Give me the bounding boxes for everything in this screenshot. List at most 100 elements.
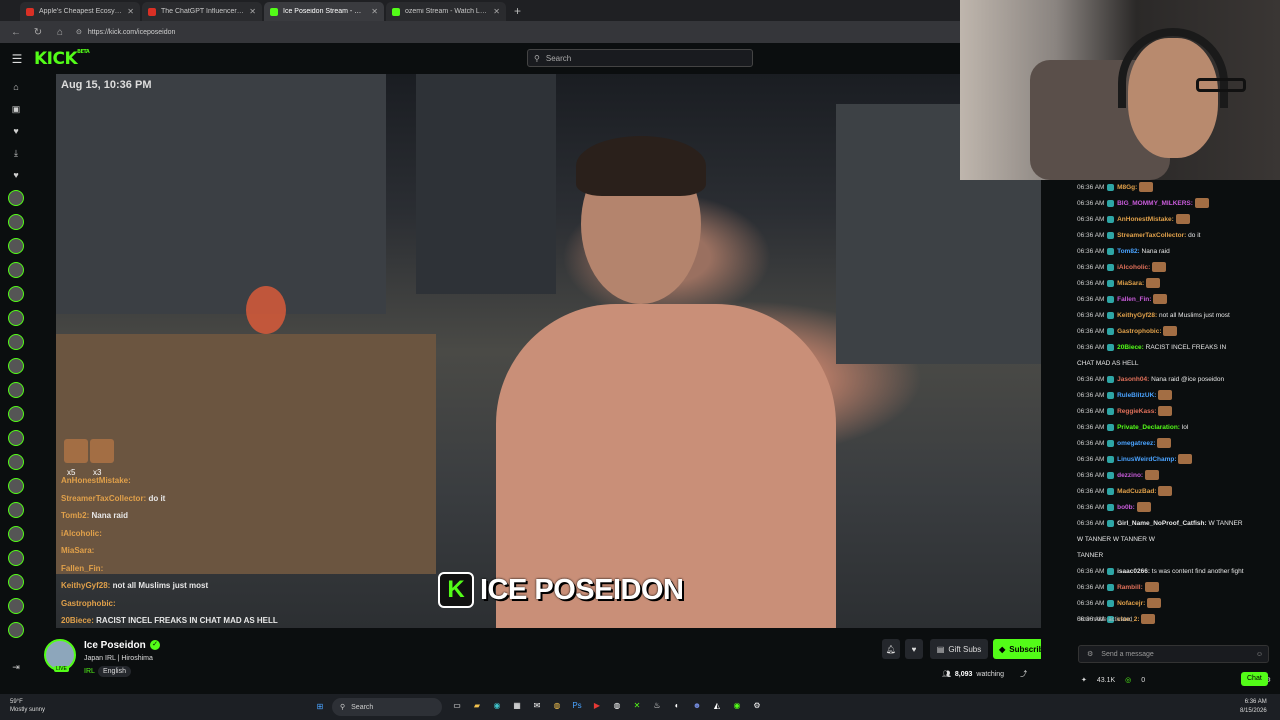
chat-username[interactable]: MadCuzBad: [1117, 488, 1156, 495]
xbox-icon[interactable]: ✕ [630, 699, 644, 713]
browser-tabbar: Apple's Cheapest Ecosystem Beats...✕The … [0, 0, 960, 21]
followed-channel-avatar[interactable] [8, 526, 24, 542]
followed-channel-avatar[interactable] [8, 214, 24, 230]
chat-settings-icon[interactable]: ⚙ [1087, 650, 1093, 658]
edge-icon[interactable]: ◉ [490, 699, 504, 713]
chat-username[interactable]: Jasonh04: [1117, 376, 1149, 383]
chat-username[interactable]: isaac0266: [1117, 568, 1150, 575]
notification-bell-button[interactable]: 🔔︎ [882, 639, 900, 659]
followed-channel-avatar[interactable] [8, 310, 24, 326]
tab-close-icon[interactable]: ✕ [127, 7, 134, 16]
download-nav-icon[interactable]: ⤓ [9, 146, 23, 160]
followed-channel-avatar[interactable] [8, 574, 24, 590]
follow-heart-button[interactable]: ♥ [905, 639, 923, 659]
followed-channel-avatar[interactable] [8, 382, 24, 398]
chat-username[interactable]: iAlcoholic: [1117, 264, 1150, 271]
followed-channel-avatar[interactable] [8, 358, 24, 374]
stream-category[interactable]: IRL [84, 668, 95, 675]
emoji-icon[interactable]: ☺ [1256, 651, 1263, 658]
followed-channel-avatar[interactable] [8, 478, 24, 494]
followed-channel-avatar[interactable] [8, 622, 24, 638]
browser-tab[interactable]: Ice Poseidon Stream - Watch Live on... ✕ [264, 2, 384, 21]
hamburger-menu-icon[interactable]: ☰ [0, 52, 34, 66]
chrome-icon[interactable]: ◍ [550, 699, 564, 713]
site-info-icon[interactable]: ⊙ [76, 28, 82, 36]
weather-widget[interactable]: 59°F Mostly sunny [10, 698, 45, 714]
chat-username[interactable]: omegatreez: [1117, 440, 1155, 447]
followed-channel-avatar[interactable] [8, 502, 24, 518]
chrome-icon-2[interactable]: ◍ [610, 699, 624, 713]
chat-username[interactable]: dezzino: [1117, 472, 1143, 479]
chat-username[interactable]: AnHonestMistake: [1117, 216, 1174, 223]
chat-username[interactable]: RuleBlitzUK: [1117, 392, 1156, 399]
video-player[interactable]: Aug 15, 10:36 PM x5 x3 AnHonestMistake: … [56, 74, 1041, 628]
chat-username[interactable]: BIG_MOMMY_MILKERS: [1117, 200, 1193, 207]
url-text[interactable]: https://kick.com/iceposeidon [88, 29, 176, 36]
gift-subs-button[interactable]: ▤ Gift Subs [930, 639, 988, 659]
followed-channel-avatar[interactable] [8, 334, 24, 350]
photoshop-icon[interactable]: Ps [570, 699, 584, 713]
chat-username[interactable]: Rambill: [1117, 584, 1143, 591]
chat-username[interactable]: MiaSara: [1117, 280, 1144, 287]
taskbar-search[interactable]: ⚲ Search [332, 698, 442, 716]
followed-channel-avatar[interactable] [8, 550, 24, 566]
chat-username[interactable]: 20Biece: [1117, 344, 1144, 351]
following-nav-icon[interactable]: ♥ [9, 124, 23, 138]
followed-channel-avatar[interactable] [8, 286, 24, 302]
system-clock[interactable]: 6:36 AM 8/15/2026 [1240, 698, 1267, 716]
streamer-name[interactable]: Ice Poseidon [84, 640, 146, 651]
followed-channel-avatar[interactable] [8, 598, 24, 614]
followed-channel-avatar[interactable] [8, 262, 24, 278]
back-icon[interactable]: ← [10, 27, 22, 38]
spotify-icon[interactable]: ◉ [730, 699, 744, 713]
followed-channel-avatar[interactable] [8, 406, 24, 422]
browser-tab[interactable]: ozemi Stream - Watch Live on Kick ✕ [386, 2, 506, 21]
home-nav-icon[interactable]: ⌂ [9, 80, 23, 94]
collapse-sidebar-icon[interactable]: ⇥ [9, 660, 23, 674]
task-view-icon[interactable]: ▭ [450, 699, 464, 713]
followed-channel-avatar[interactable] [8, 454, 24, 470]
tab-close-icon[interactable]: ✕ [493, 7, 500, 16]
chat-username[interactable]: Gastrophobic: [1117, 328, 1161, 335]
followed-channel-avatar[interactable] [8, 238, 24, 254]
chat-username[interactable]: M8Gg: [1117, 184, 1137, 191]
chat-username[interactable]: ReggieKass: [1117, 408, 1156, 415]
search-input[interactable]: ⚲ Search [527, 49, 753, 67]
chat-username[interactable]: LinusWeirdChamp: [1117, 456, 1176, 463]
chat-username[interactable]: Nofacejr: [1117, 600, 1145, 607]
chat-username[interactable]: StreamerTaxCollector: [1117, 232, 1186, 239]
youtube-icon[interactable]: ▶ [590, 699, 604, 713]
chat-send-button[interactable]: Chat [1241, 672, 1268, 686]
browse-nav-icon[interactable]: ▣ [9, 102, 23, 116]
obs-icon[interactable]: ◐ [670, 699, 684, 713]
settings-icon[interactable]: ⚙ [750, 699, 764, 713]
browser-tab[interactable]: The ChatGPT Influencer Trip Just... ✕ [142, 2, 262, 21]
browser-tab[interactable]: Apple's Cheapest Ecosystem Beats... ✕ [20, 2, 140, 21]
chat-username[interactable]: bo0b: [1117, 504, 1135, 511]
chat-username[interactable]: Private_Declaration: [1117, 424, 1180, 431]
heart-nav-icon[interactable]: ♥ [9, 168, 23, 182]
new-tab-button[interactable]: + [508, 2, 527, 21]
home-icon[interactable]: ⌂ [54, 27, 66, 38]
chat-username[interactable]: KeithyGyf28: [1117, 312, 1157, 319]
url-field[interactable]: ⊙ https://kick.com/iceposeidon [76, 28, 176, 37]
capcut-icon[interactable]: ◭ [710, 699, 724, 713]
language-tag[interactable]: English [98, 666, 131, 677]
steam-icon[interactable]: ♨ [650, 699, 664, 713]
chat-username[interactable]: Girl_Name_NoProof_Catfish: [1117, 520, 1207, 527]
kick-logo[interactable]: KICKBETA [34, 49, 90, 69]
followed-channel-avatar[interactable] [8, 190, 24, 206]
followed-channel-avatar[interactable] [8, 430, 24, 446]
chat-username[interactable]: Tom82: [1117, 248, 1140, 255]
start-icon[interactable]: ⊞ [313, 700, 327, 714]
reload-icon[interactable]: ↻ [32, 27, 44, 38]
discord-icon[interactable]: ☻ [690, 699, 704, 713]
tab-close-icon[interactable]: ✕ [249, 7, 256, 16]
tab-close-icon[interactable]: ✕ [371, 7, 378, 16]
chat-input[interactable]: ⚙ Send a message ☺ [1078, 645, 1269, 663]
mail-icon[interactable]: ✉ [530, 699, 544, 713]
share-icon[interactable]: ⤴ [1020, 669, 1027, 679]
store-icon[interactable]: ▦ [510, 699, 524, 713]
chat-username[interactable]: Fallen_Fin: [1117, 296, 1151, 303]
file-explorer-icon[interactable]: ▰ [470, 699, 484, 713]
